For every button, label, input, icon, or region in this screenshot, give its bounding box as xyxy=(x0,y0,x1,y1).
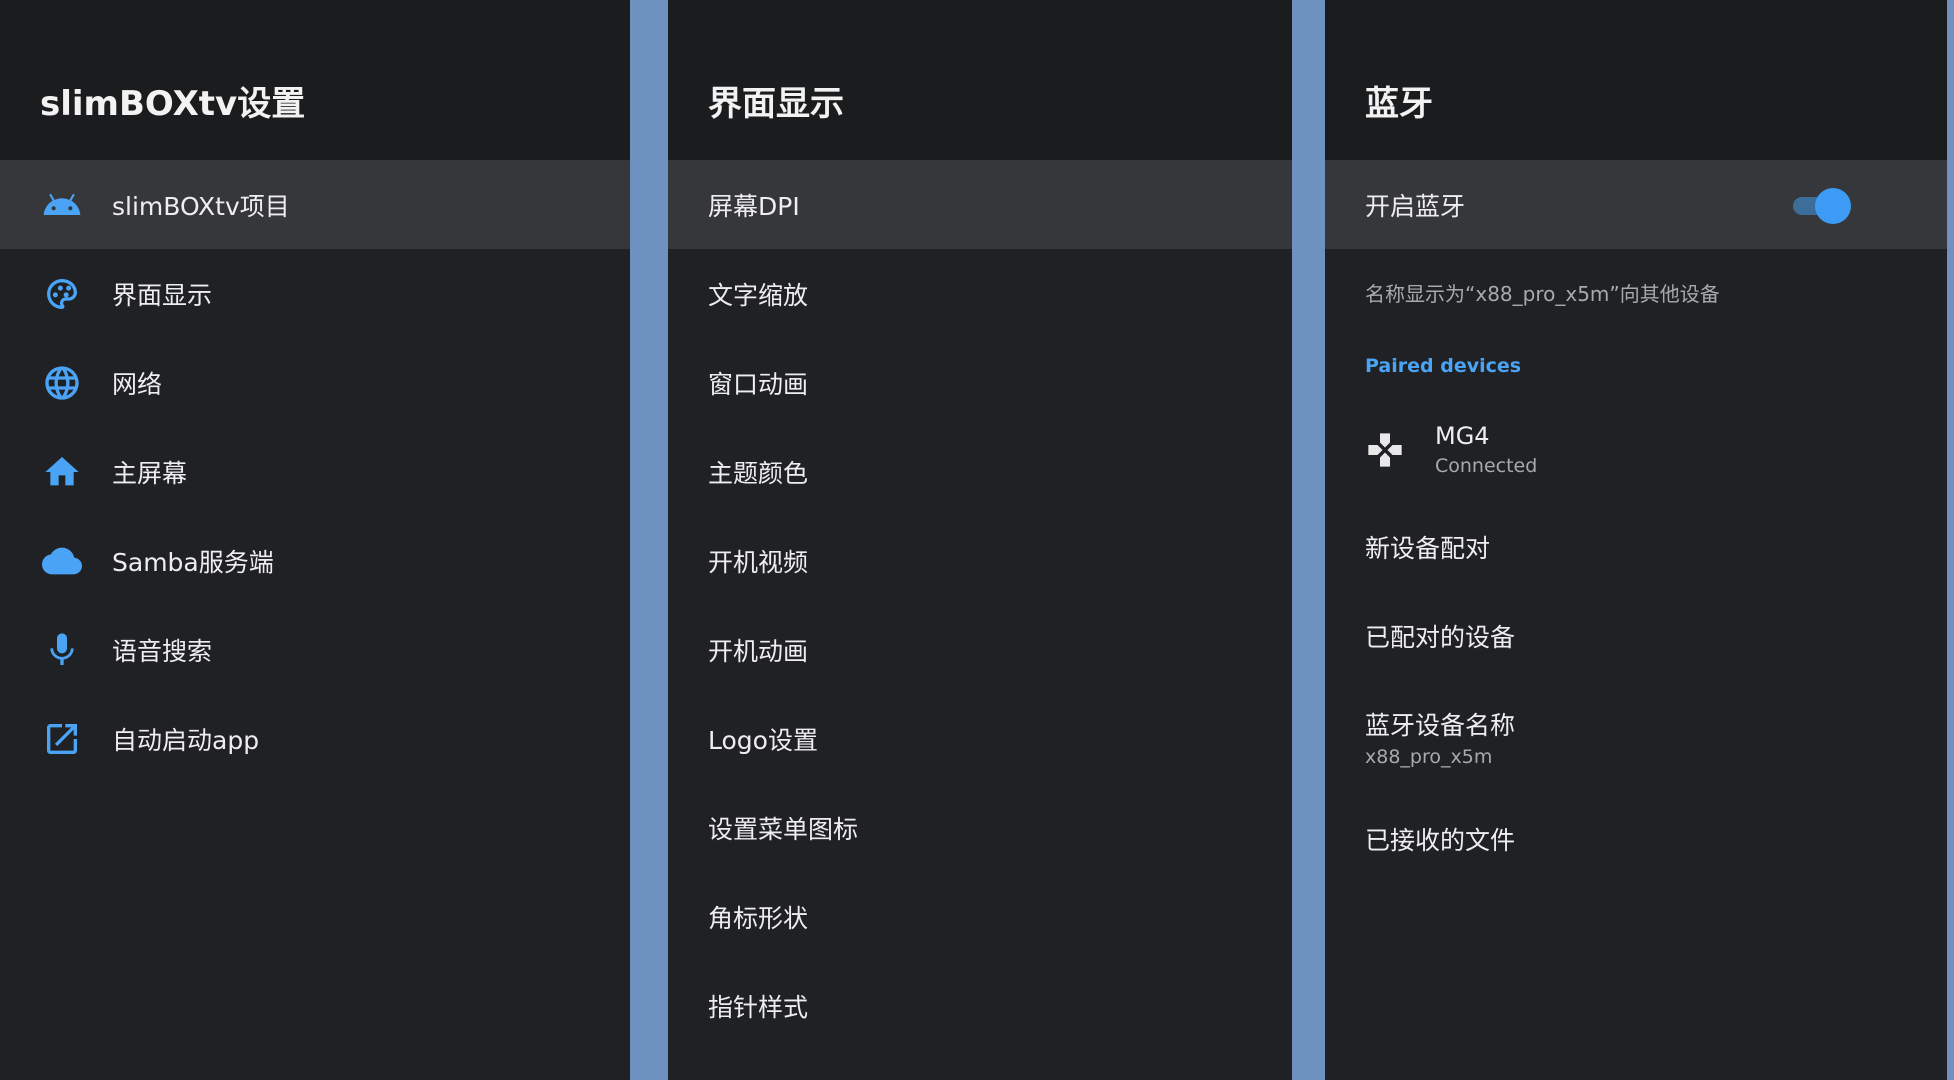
menu-item-label: 自动启动app xyxy=(112,725,260,755)
panel-header: 界面显示 xyxy=(668,0,1292,160)
setting-boot-animation[interactable]: 开机动画 xyxy=(668,605,1292,694)
settings-menu: slimBOXtv项目 界面显示 网络 主屏幕 Samba服务端 语音搜索 自动… xyxy=(0,160,630,783)
cloud-icon xyxy=(42,541,82,581)
settings-main-panel: slimBOXtv设置 slimBOXtv项目 界面显示 网络 主屏幕 Samb… xyxy=(0,0,630,1080)
setting-screen-dpi[interactable]: 屏幕DPI xyxy=(668,160,1292,249)
paired-devices-header: Paired devices xyxy=(1365,355,1522,377)
setting-menu-icons[interactable]: 设置菜单图标 xyxy=(668,783,1292,872)
setting-label: 开机视频 xyxy=(708,547,809,577)
menu-item-label: 界面显示 xyxy=(112,280,213,310)
menu-item-samba-server[interactable]: Samba服务端 xyxy=(0,516,630,605)
page-title: 界面显示 xyxy=(708,84,844,124)
menu-item-label: 网络 xyxy=(112,369,163,399)
gamepad-icon xyxy=(1365,430,1405,470)
android-icon xyxy=(42,185,82,225)
setting-label: 主题颜色 xyxy=(708,458,809,488)
bluetooth-enable-label: 开启蓝牙 xyxy=(1365,191,1466,221)
setting-label: 屏幕DPI xyxy=(708,191,800,221)
panel-header: 蓝牙 xyxy=(1325,0,1947,160)
setting-boot-video[interactable]: 开机视频 xyxy=(668,516,1292,605)
paired-device-mg4[interactable]: MG4 Connected xyxy=(1325,397,1947,502)
paired-devices-list[interactable]: 已配对的设备 xyxy=(1325,591,1947,680)
menu-item-label: 主屏幕 xyxy=(112,458,188,488)
open-in-new-icon xyxy=(42,719,82,759)
panel-header: slimBOXtv设置 xyxy=(0,0,630,160)
setting-label: 蓝牙设备名称 xyxy=(1365,711,1516,740)
mic-icon xyxy=(42,630,82,670)
menu-item-home-screen[interactable]: 主屏幕 xyxy=(0,427,630,516)
setting-label: 新设备配对 xyxy=(1365,533,1491,563)
home-icon xyxy=(42,452,82,492)
menu-item-label: Samba服务端 xyxy=(112,547,274,577)
setting-label: 开机动画 xyxy=(708,636,809,666)
setting-window-animation[interactable]: 窗口动画 xyxy=(668,338,1292,427)
display-settings-list: 屏幕DPI 文字缩放 窗口动画 主题颜色 开机视频 开机动画 Logo设置 设置… xyxy=(668,160,1292,1050)
page-title: 蓝牙 xyxy=(1365,84,1433,124)
menu-item-label: 语音搜索 xyxy=(112,636,213,666)
bluetooth-device-name[interactable]: 蓝牙设备名称 x88_pro_x5m xyxy=(1325,680,1947,794)
setting-text-scale[interactable]: 文字缩放 xyxy=(668,249,1292,338)
menu-item-label: slimBOXtv项目 xyxy=(112,191,290,221)
device-text: MG4 Connected xyxy=(1435,420,1537,480)
device-name-value: x88_pro_x5m xyxy=(1365,746,1493,768)
menu-item-auto-start-app[interactable]: 自动启动app xyxy=(0,694,630,783)
received-files[interactable]: 已接收的文件 xyxy=(1325,794,1947,883)
setting-label: 设置菜单图标 xyxy=(708,814,859,844)
setting-label: 文字缩放 xyxy=(708,280,809,310)
setting-pointer-style[interactable]: 指针样式 xyxy=(668,961,1292,1050)
toggle-thumb xyxy=(1815,188,1851,224)
menu-item-network[interactable]: 网络 xyxy=(0,338,630,427)
setting-label: 已配对的设备 xyxy=(1365,622,1516,652)
bluetooth-settings-list: 开启蓝牙 名称显示为“x88_pro_x5m”向其他设备 Paired devi… xyxy=(1325,160,1947,883)
bluetooth-toggle[interactable] xyxy=(1793,188,1851,224)
palette-icon xyxy=(42,274,82,314)
setting-label: 角标形状 xyxy=(708,903,809,933)
menu-item-slimboxtv-project[interactable]: slimBOXtv项目 xyxy=(0,160,630,249)
visibility-description: 名称显示为“x88_pro_x5m”向其他设备 xyxy=(1365,281,1720,306)
setting-theme-color[interactable]: 主题颜色 xyxy=(668,427,1292,516)
bluetooth-panel: 蓝牙 开启蓝牙 名称显示为“x88_pro_x5m”向其他设备 Paired d… xyxy=(1325,0,1947,1080)
device-name: MG4 xyxy=(1435,421,1490,450)
setting-logo[interactable]: Logo设置 xyxy=(668,694,1292,783)
setting-badge-shape[interactable]: 角标形状 xyxy=(668,872,1292,961)
globe-icon xyxy=(42,363,82,403)
display-settings-panel: 界面显示 屏幕DPI 文字缩放 窗口动画 主题颜色 开机视频 开机动画 Logo… xyxy=(668,0,1292,1080)
menu-item-display[interactable]: 界面显示 xyxy=(0,249,630,338)
bluetooth-enable-row[interactable]: 开启蓝牙 xyxy=(1325,160,1947,249)
setting-label: 窗口动画 xyxy=(708,369,809,399)
device-status: Connected xyxy=(1435,454,1538,477)
menu-item-voice-search[interactable]: 语音搜索 xyxy=(0,605,630,694)
pair-new-device[interactable]: 新设备配对 xyxy=(1325,502,1947,591)
page-title: slimBOXtv设置 xyxy=(40,84,306,124)
setting-label: 已接收的文件 xyxy=(1365,825,1516,855)
setting-label: Logo设置 xyxy=(708,725,818,755)
setting-label: 指针样式 xyxy=(708,992,809,1022)
